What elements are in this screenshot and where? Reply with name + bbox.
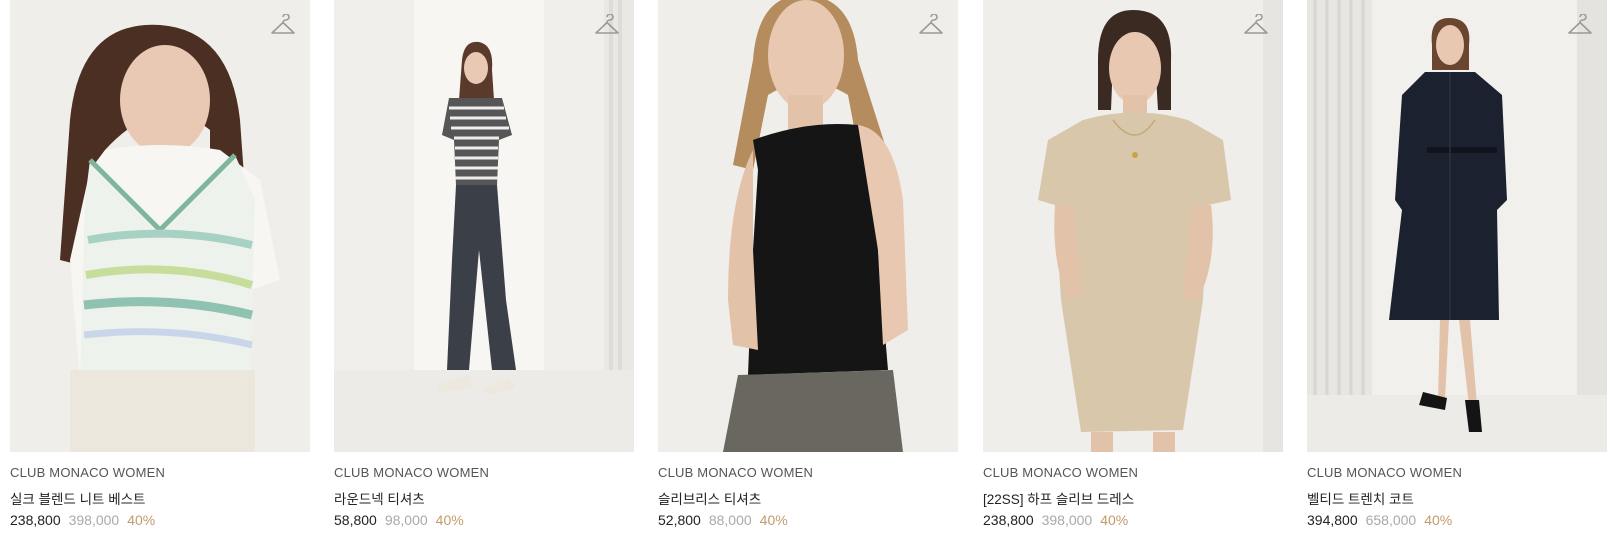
sale-price: 238,800 xyxy=(10,512,61,528)
product-name[interactable]: 슬리브리스 티셔츠 xyxy=(658,488,761,508)
price-row: 238,800 398,000 40% xyxy=(983,512,1128,528)
hanger-icon[interactable] xyxy=(594,14,620,38)
product-brand: CLUB MONACO WOMEN xyxy=(334,465,490,480)
sale-price: 58,800 xyxy=(334,512,377,528)
price-row: 238,800 398,000 40% xyxy=(10,512,155,528)
price-row: 52,800 88,000 40% xyxy=(658,512,788,528)
original-price: 88,000 xyxy=(708,512,752,528)
product-brand: CLUB MONACO WOMEN xyxy=(658,465,814,480)
product-photo xyxy=(1307,0,1607,452)
product-image[interactable] xyxy=(658,0,958,452)
product-photo xyxy=(334,0,634,452)
product-image[interactable] xyxy=(10,0,310,452)
product-name[interactable]: 벨티드 트렌치 코트 xyxy=(1307,488,1414,508)
original-price: 658,000 xyxy=(1365,512,1417,528)
hanger-icon[interactable] xyxy=(1567,14,1593,38)
hanger-icon[interactable] xyxy=(1243,14,1269,38)
discount-rate: 40% xyxy=(1424,512,1453,528)
product-brand: CLUB MONACO WOMEN xyxy=(1307,465,1463,480)
discount-rate: 40% xyxy=(1100,512,1129,528)
price-row: 58,800 98,000 40% xyxy=(334,512,464,528)
product-brand: CLUB MONACO WOMEN xyxy=(983,465,1139,480)
original-price: 98,000 xyxy=(384,512,428,528)
hanger-icon[interactable] xyxy=(270,14,296,38)
discount-rate: 40% xyxy=(127,512,156,528)
product-brand: CLUB MONACO WOMEN xyxy=(10,465,166,480)
product-name[interactable]: 실크 블렌드 니트 베스트 xyxy=(10,488,145,508)
product-image[interactable] xyxy=(1307,0,1607,452)
original-price: 398,000 xyxy=(1041,512,1093,528)
product-grid: CLUB MONACO WOMEN 실크 블렌드 니트 베스트 238,800 3… xyxy=(0,0,1614,537)
discount-rate: 40% xyxy=(759,512,788,528)
product-card[interactable]: CLUB MONACO WOMEN 라운드넥 티셔츠 58,800 98,000 4… xyxy=(334,0,634,537)
original-price: 398,000 xyxy=(68,512,120,528)
sale-price: 52,800 xyxy=(658,512,701,528)
price-row: 394,800 658,000 40% xyxy=(1307,512,1452,528)
sale-price: 238,800 xyxy=(983,512,1034,528)
product-photo xyxy=(983,0,1283,452)
product-card[interactable]: CLUB MONACO WOMEN [22SS] 하프 슬리브 드레스 238,… xyxy=(983,0,1283,537)
product-name[interactable]: [22SS] 하프 슬리브 드레스 xyxy=(983,488,1134,508)
discount-rate: 40% xyxy=(435,512,464,528)
sale-price: 394,800 xyxy=(1307,512,1358,528)
product-image[interactable] xyxy=(334,0,634,452)
product-card[interactable]: CLUB MONACO WOMEN 실크 블렌드 니트 베스트 238,800 3… xyxy=(10,0,310,537)
product-card[interactable]: CLUB MONACO WOMEN 벨티드 트렌치 코트 394,800 658,… xyxy=(1307,0,1607,537)
product-image[interactable] xyxy=(983,0,1283,452)
product-photo xyxy=(10,0,310,452)
product-name[interactable]: 라운드넥 티셔츠 xyxy=(334,488,425,508)
product-card[interactable]: CLUB MONACO WOMEN 슬리브리스 티셔츠 52,800 88,000… xyxy=(658,0,958,537)
product-photo xyxy=(658,0,958,452)
hanger-icon[interactable] xyxy=(918,14,944,38)
